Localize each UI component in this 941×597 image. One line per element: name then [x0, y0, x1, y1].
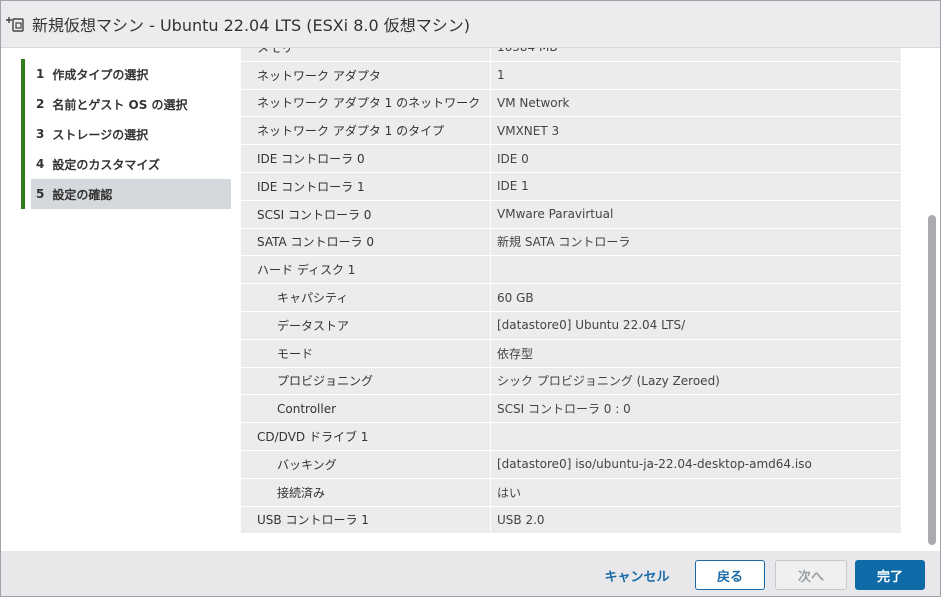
new-vm-icon — [4, 13, 26, 35]
summary-row: ネットワーク アダプタ 1 のタイプ VMXNET 3 — [241, 117, 901, 146]
setting-value: 60 GB — [497, 290, 534, 305]
summary-row: 接続済み はい — [241, 478, 901, 507]
summary-row: バッキング [datastore0] iso/ubuntu-ja-22.04-de… — [241, 450, 901, 479]
next-button[interactable]: 次へ — [775, 560, 847, 590]
summary-row: プロビジョニング シック プロビジョニング (Lazy Zeroed) — [241, 367, 901, 396]
setting-value: 依存型 — [497, 346, 534, 361]
summary-row: ネットワーク アダプタ 1 のネットワーク VM Network — [241, 89, 901, 118]
step-label: 設定のカスタマイズ — [52, 157, 161, 172]
dialog-footer: キャンセル 戻る 次へ 完了 — [1, 551, 940, 596]
summary-row: SATA コントローラ 0 新規 SATA コントローラ — [241, 228, 901, 257]
summary-row: データストア [datastore0] Ubuntu 22.04 LTS/ — [241, 311, 901, 340]
summary-row: SCSI コントローラ 0 VMware Paravirtual — [241, 200, 901, 229]
setting-name: バッキング — [241, 450, 491, 478]
setting-value: はい — [497, 485, 522, 500]
setting-name: プロビジョニング — [241, 367, 491, 395]
setting-value: VMXNET 3 — [497, 123, 560, 138]
summary-row: USB コントローラ 1 USB 2.0 — [241, 506, 901, 535]
wizard-step-3[interactable]: 3 ストレージの選択 — [21, 119, 231, 149]
setting-name: IDE コントローラ 0 — [241, 145, 491, 172]
setting-value: SCSI コントローラ 0 : 0 — [497, 402, 631, 417]
back-button[interactable]: 戻る — [695, 560, 765, 590]
step-number: 5 — [36, 187, 45, 201]
summary-row: Controller SCSI コントローラ 0 : 0 — [241, 395, 901, 424]
setting-name: IDE コントローラ 1 — [241, 172, 491, 200]
summary-row: キャパシティ 60 GB — [241, 284, 901, 312]
setting-value: シック プロビジョニング (Lazy Zeroed) — [497, 374, 720, 389]
step-number: 4 — [36, 157, 45, 171]
setting-name: SCSI コントローラ 0 — [241, 200, 491, 228]
summary-row: ハード ディスク 1 — [241, 256, 901, 285]
setting-name: ネットワーク アダプタ 1 のタイプ — [241, 117, 491, 145]
wizard-step-5[interactable]: 5 設定の確認 — [21, 179, 231, 209]
setting-value — [491, 256, 901, 283]
setting-name: モード — [241, 339, 491, 367]
new-vm-dialog: 新規仮想マシン - Ubuntu 22.04 LTS (ESXi 8.0 仮想マ… — [0, 0, 941, 597]
setting-name: ネットワーク アダプタ 1 のネットワーク — [241, 89, 491, 117]
summary-row: モード 依存型 — [241, 339, 901, 368]
step-label: 名前とゲスト OS の選択 — [52, 97, 188, 112]
step-number: 2 — [36, 97, 45, 111]
setting-name: Controller — [241, 395, 491, 423]
step-number: 1 — [36, 67, 45, 81]
dialog-title: 新規仮想マシン - Ubuntu 22.04 LTS (ESXi 8.0 仮想マ… — [32, 16, 470, 35]
setting-value: IDE 1 — [497, 179, 529, 194]
setting-name: USB コントローラ 1 — [241, 506, 491, 534]
setting-value: 16384 MB — [491, 48, 901, 61]
summary-row: メモリ16384 MB — [241, 48, 901, 62]
scrollbar[interactable] — [928, 48, 936, 551]
step-label: 設定の確認 — [52, 187, 113, 202]
setting-name: ネットワーク アダプタ — [241, 61, 491, 89]
wizard-steps: 1 作成タイプの選択 2 名前とゲスト OS の選択 3 ストレージの選択 4 設定のカスタマ… — [1, 48, 231, 551]
scrollbar-thumb[interactable] — [928, 215, 936, 545]
summary-panel[interactable]: メモリ16384 MBネットワーク アダプタ 1 ネットワーク アダプタ 1 のネッ… — [231, 48, 940, 551]
setting-value: VM Network — [497, 95, 570, 110]
title-bar: 新規仮想マシン - Ubuntu 22.04 LTS (ESXi 8.0 仮想マ… — [1, 1, 940, 48]
setting-value: VMware Paravirtual — [497, 207, 614, 222]
setting-value: USB 2.0 — [497, 512, 545, 527]
step-number: 3 — [36, 127, 45, 141]
setting-value: [datastore0] iso/ubuntu-ja-22.04-desktop… — [497, 457, 812, 472]
setting-value: IDE 0 — [497, 151, 529, 166]
step-label: ストレージの選択 — [52, 127, 149, 142]
cancel-button[interactable]: キャンセル — [597, 560, 677, 590]
step-label: 作成タイプの選択 — [52, 67, 149, 82]
setting-name: データストア — [241, 311, 491, 339]
finish-button[interactable]: 完了 — [855, 560, 925, 590]
setting-name: メモリ — [241, 48, 491, 61]
setting-value: 1 — [497, 68, 505, 83]
summary-row: IDE コントローラ 1 IDE 1 — [241, 172, 901, 201]
summary-table: メモリ16384 MBネットワーク アダプタ 1 ネットワーク アダプタ 1 のネッ… — [241, 48, 901, 535]
setting-value — [491, 423, 901, 450]
setting-name: キャパシティ — [241, 284, 491, 311]
summary-row: ネットワーク アダプタ 1 — [241, 61, 901, 90]
wizard-step-4[interactable]: 4 設定のカスタマイズ — [21, 149, 231, 179]
wizard-step-1[interactable]: 1 作成タイプの選択 — [21, 59, 231, 89]
setting-value: [datastore0] Ubuntu 22.04 LTS/ — [497, 318, 686, 333]
setting-name: 接続済み — [241, 478, 491, 506]
setting-name: CD/DVD ドライブ 1 — [241, 423, 491, 450]
wizard-step-2[interactable]: 2 名前とゲスト OS の選択 — [21, 89, 231, 119]
summary-row: CD/DVD ドライブ 1 — [241, 423, 901, 451]
setting-name: SATA コントローラ 0 — [241, 228, 491, 256]
setting-name: ハード ディスク 1 — [241, 256, 491, 284]
summary-row: IDE コントローラ 0 IDE 0 — [241, 145, 901, 173]
setting-value: 新規 SATA コントローラ — [497, 235, 631, 250]
